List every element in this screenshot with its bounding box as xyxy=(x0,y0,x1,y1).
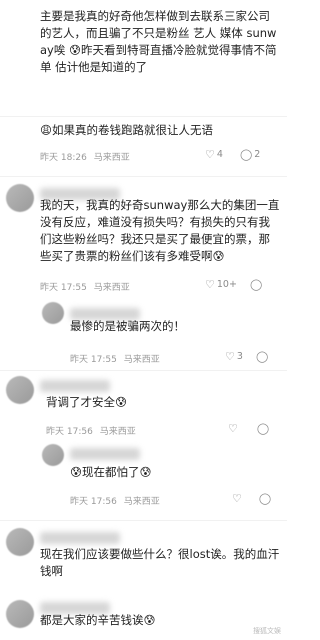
location-text: 马来西亚 xyxy=(93,153,130,163)
comment-text: 都是大家的辛苦钱诶😰 xyxy=(40,613,156,627)
time-text: 昨天 17:55 xyxy=(70,355,117,365)
reply-count: 2 xyxy=(254,149,261,160)
heart-icon[interactable]: ♡ xyxy=(228,422,238,435)
divider xyxy=(0,116,287,117)
time-text: 昨天 17:55 xyxy=(40,283,87,293)
avatar[interactable] xyxy=(6,376,34,404)
comment-time: 昨天 17:55 马来西亚 xyxy=(40,280,130,293)
divider xyxy=(0,370,287,371)
heart-icon[interactable]: ♡ xyxy=(232,492,242,505)
comment-time: 昨天 17:56 马来西亚 xyxy=(46,424,136,437)
reply-icon[interactable]: ◯ xyxy=(256,350,268,363)
like-count: 4 xyxy=(216,149,223,160)
watermark: 搜狐文娱 xyxy=(253,627,281,635)
comment-text: 我的天，我真的好奇sunway那么大的集团一直没有反应，难道没有损失吗？有损失的… xyxy=(40,198,280,263)
comment-time: 昨天 17:56 马来西亚 xyxy=(70,494,160,507)
comment-text: 最惨的是被骗两次的！ xyxy=(70,319,185,333)
comment-time: 昨天 17:55 马来西亚 xyxy=(70,352,160,365)
time-text: 昨天 18:26 xyxy=(40,153,87,163)
reply-icon[interactable]: ◯ xyxy=(250,278,262,291)
comment-text: 背调了才安全😰 xyxy=(46,395,127,409)
like-count: 3 xyxy=(236,351,243,362)
comment-text: 现在我们应该要做些什么？很lost诶。我的血汗钱啊 xyxy=(40,547,280,578)
avatar[interactable] xyxy=(6,600,34,628)
reply-icon[interactable]: ◯ xyxy=(240,148,252,161)
comment-time: 昨天 18:26 马来西亚 xyxy=(40,150,130,163)
location-text: 马来西亚 xyxy=(123,355,160,365)
heart-icon[interactable]: ♡ xyxy=(205,278,215,291)
comment-text: 主要是我真的好奇他怎样做到去联系三家公司的艺人，而且骗了不只是粉丝 艺人 媒体 … xyxy=(40,9,277,74)
comment-actions: ♡ ◯ xyxy=(232,492,273,505)
time-text: 昨天 17:56 xyxy=(70,497,117,507)
comment-text: 😩如果真的卷钱跑路就很让人无语 xyxy=(40,123,213,137)
avatar[interactable] xyxy=(42,302,64,324)
avatar[interactable] xyxy=(6,184,34,212)
avatar[interactable] xyxy=(42,444,64,466)
comment-item[interactable]: 😩如果真的卷钱跑路就很让人无语 昨天 18:26 马来西亚 ♡ 4 ◯ 2 xyxy=(0,120,287,176)
username[interactable] xyxy=(70,448,140,460)
username[interactable] xyxy=(40,380,110,392)
comment-text: 😰现在都怕了😰 xyxy=(70,465,152,479)
comment-actions: ♡ 4 ◯ 2 xyxy=(205,148,260,161)
divider xyxy=(0,520,287,521)
like-count: 10+ xyxy=(216,279,237,290)
reply-icon[interactable]: ◯ xyxy=(259,492,271,505)
divider xyxy=(0,176,287,177)
comment-actions: ♡ 10+ ◯ xyxy=(205,278,264,291)
time-text: 昨天 17:56 xyxy=(46,427,93,437)
username[interactable] xyxy=(40,532,120,544)
location-text: 马来西亚 xyxy=(123,497,160,507)
location-text: 马来西亚 xyxy=(93,283,130,293)
heart-icon[interactable]: ♡ xyxy=(205,148,215,161)
avatar[interactable] xyxy=(6,528,34,556)
comment-actions: ♡ 3 ◯ xyxy=(225,350,270,363)
comment-actions: ♡ ◯ xyxy=(228,422,271,435)
location-text: 马来西亚 xyxy=(99,427,136,437)
reply-icon[interactable]: ◯ xyxy=(257,422,269,435)
heart-icon[interactable]: ♡ xyxy=(225,350,235,363)
